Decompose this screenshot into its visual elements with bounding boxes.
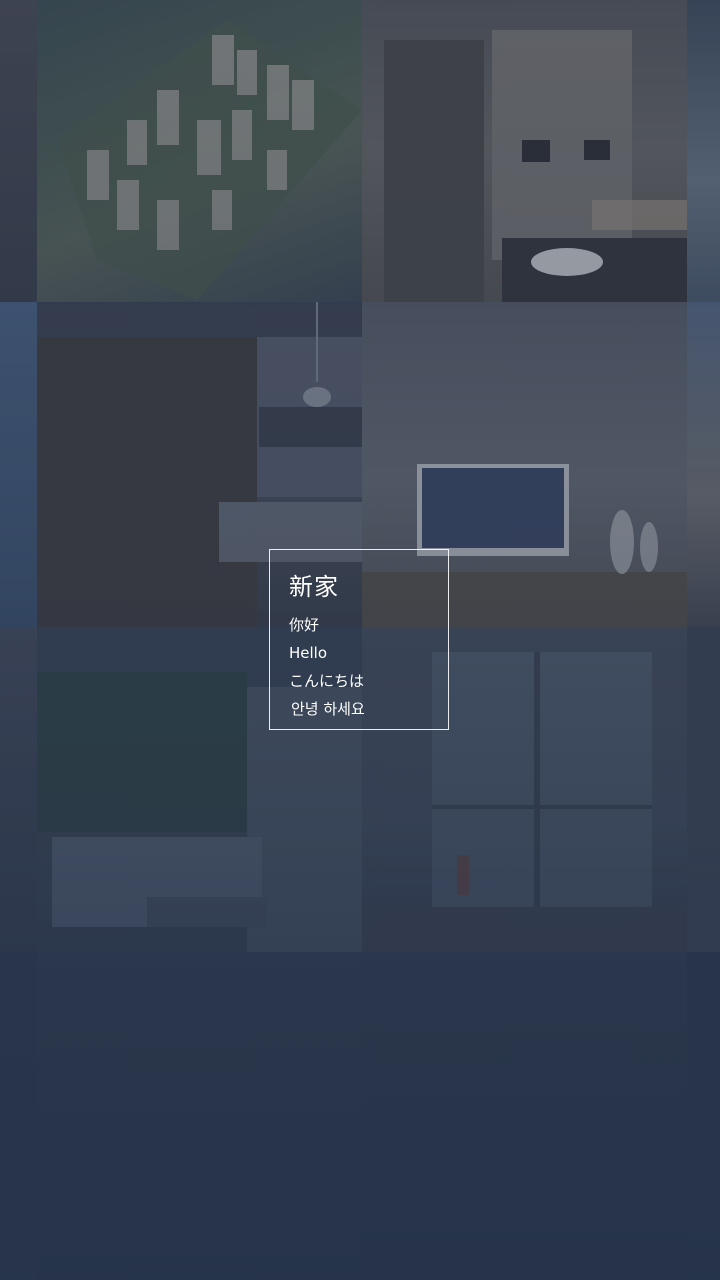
greeting-korean: 안녕 하세요 [291, 700, 365, 718]
greeting-english: Hello [289, 644, 328, 662]
greeting-title: 新家 [289, 573, 339, 601]
greeting-box: 新家 你好 Hello こんにちは 안녕 하세요 [269, 549, 449, 730]
greeting-japanese: こんにちは [289, 672, 365, 690]
greeting-chinese: 你好 [289, 616, 320, 634]
